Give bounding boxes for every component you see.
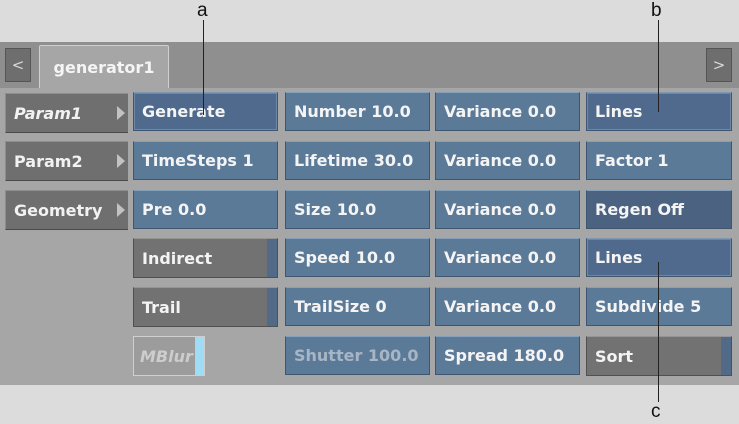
lifetime-variance-field[interactable]: Variance 0.0 <box>435 141 580 180</box>
factor-field[interactable]: Factor 1 <box>586 141 732 180</box>
timesteps-field[interactable]: TimeSteps 1 <box>133 141 278 180</box>
side-menu-label: Param2 <box>14 151 83 171</box>
spread-field[interactable]: Spread 180.0 <box>435 336 580 375</box>
tab-generator1[interactable]: generator1 <box>39 45 169 88</box>
side-menu-geometry[interactable]: Geometry <box>5 190 128 230</box>
submenu-arrow-icon <box>117 203 125 217</box>
callout-a: a <box>197 0 208 21</box>
trailsize-variance-field[interactable]: Variance 0.0 <box>435 287 580 326</box>
number-field[interactable]: Number 10.0 <box>285 92 430 131</box>
mblur-toggle[interactable]: MBlur <box>133 336 205 376</box>
trailsize-field[interactable]: TrailSize 0 <box>285 287 430 326</box>
regen-button[interactable]: Regen Off <box>586 190 732 229</box>
side-menu-param1[interactable]: Param1 <box>5 93 128 133</box>
toggle-indicator <box>267 239 277 277</box>
toggle-indicator <box>721 337 731 375</box>
pre-field[interactable]: Pre 0.0 <box>133 190 278 229</box>
sort-label: Sort <box>595 346 634 366</box>
speed-variance-field[interactable]: Variance 0.0 <box>435 238 580 277</box>
callout-c: c <box>651 401 661 422</box>
submenu-arrow-icon <box>117 154 125 168</box>
sort-toggle[interactable]: Sort <box>586 336 732 376</box>
subdivide-field[interactable]: Subdivide 5 <box>586 287 732 326</box>
submenu-arrow-icon <box>117 106 125 120</box>
number-variance-field[interactable]: Variance 0.0 <box>435 92 580 131</box>
lines-dropdown[interactable]: Lines <box>586 92 732 131</box>
callout-b-line <box>658 20 659 112</box>
lifetime-field[interactable]: Lifetime 30.0 <box>285 141 430 180</box>
size-field[interactable]: Size 10.0 <box>285 190 430 229</box>
next-tab-button[interactable]: > <box>706 48 732 82</box>
callout-a-line <box>203 20 204 115</box>
callout-b: b <box>651 0 662 21</box>
side-menu-param2[interactable]: Param2 <box>5 141 128 181</box>
trail-label: Trail <box>142 297 181 317</box>
side-menu-label: Geometry <box>14 200 103 220</box>
shutter-field[interactable]: Shutter 100.0 <box>285 336 430 375</box>
callout-c-line <box>658 262 659 402</box>
indirect-label: Indirect <box>142 248 213 268</box>
generate-button[interactable]: Generate <box>133 92 278 131</box>
trail-toggle[interactable]: Trail <box>133 287 278 327</box>
indirect-toggle[interactable]: Indirect <box>133 238 278 278</box>
speed-field[interactable]: Speed 10.0 <box>285 238 430 277</box>
trail-lines-dropdown[interactable]: Lines <box>586 238 732 277</box>
toggle-indicator <box>195 337 204 375</box>
toggle-indicator <box>267 288 277 326</box>
side-menu-label: Param1 <box>14 103 82 123</box>
prev-tab-button[interactable]: < <box>5 48 31 82</box>
size-variance-field[interactable]: Variance 0.0 <box>435 190 580 229</box>
mblur-label: MBlur <box>140 346 193 366</box>
